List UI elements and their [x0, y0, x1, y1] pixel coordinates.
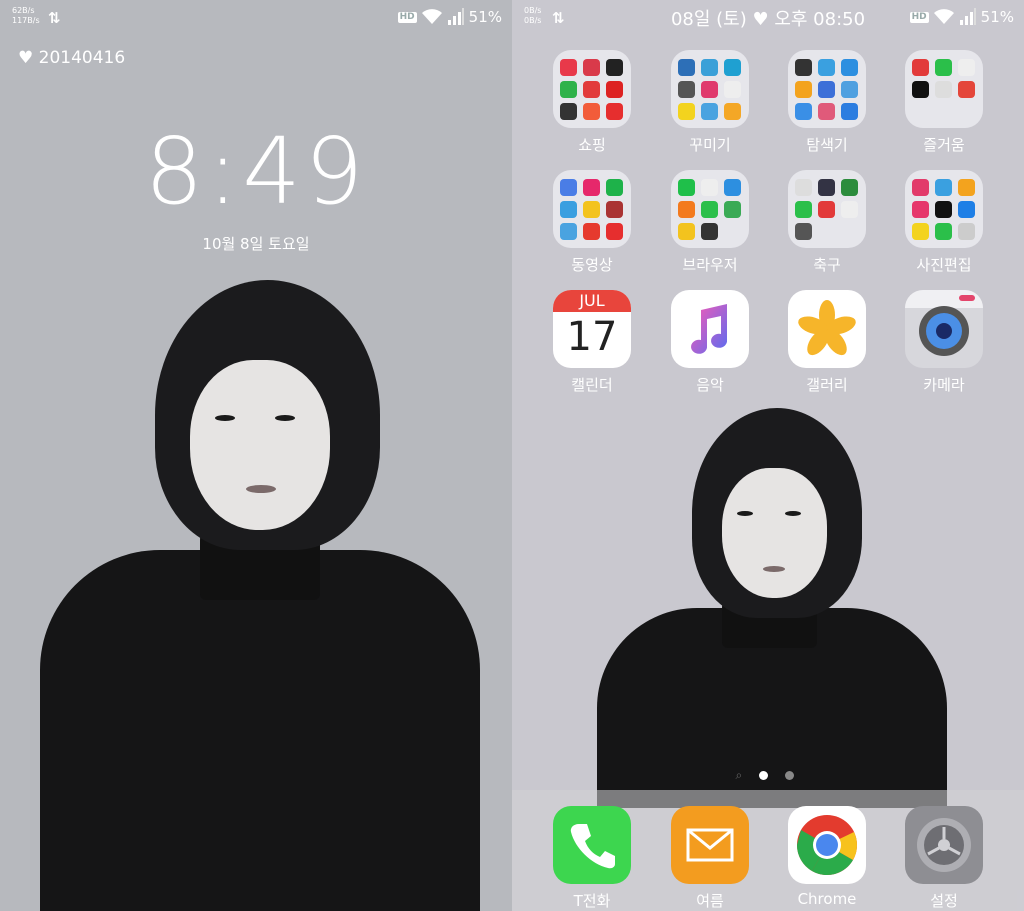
folder-label: 동영상: [571, 256, 613, 274]
app-label: T전화: [573, 892, 611, 910]
search-icon[interactable]: ⌕: [736, 768, 743, 783]
status-bar: 0B/s 0B/s ⇅ 08일 (토) ♥ 오후 08:50 HD 51%: [512, 0, 1024, 36]
folder-tile: [905, 170, 983, 248]
flower-icon: [798, 300, 856, 356]
data-transfer-icon: ⇅: [48, 9, 61, 27]
wallpaper-portrait: [0, 280, 512, 911]
upload-speed: 62B/s: [12, 6, 35, 15]
music-note-icon: [691, 304, 728, 354]
folder-tile: [671, 170, 749, 248]
status-bar: 62B/s 117B/s ⇅ HD 51%: [0, 0, 512, 36]
folder-customize[interactable]: 꾸미기: [660, 50, 760, 155]
lock-anniversary-text: ♥ 20140416: [18, 48, 126, 68]
folder-tile: [788, 170, 866, 248]
battery-level: 51%: [980, 8, 1014, 26]
dock: T전화 여름 Chrome 설정: [512, 790, 1024, 911]
folder-tile: [905, 50, 983, 128]
envelope-icon: [671, 806, 749, 884]
chrome-app[interactable]: Chrome: [777, 806, 877, 908]
wallpaper-portrait: [597, 408, 947, 808]
app-label: 갤러리: [806, 376, 848, 394]
camera-icon: [905, 290, 983, 368]
wifi-icon: [933, 9, 954, 24]
folder-label: 브라우저: [682, 256, 738, 274]
folder-tile: [553, 170, 631, 248]
gear-icon: [905, 806, 983, 884]
folder-fun[interactable]: 즐거움: [894, 50, 994, 155]
network-speed: 62B/s 117B/s: [12, 6, 40, 26]
folder-label: 축구: [813, 256, 841, 274]
music-note-icon: [671, 290, 749, 368]
folder-tile: [671, 50, 749, 128]
calendar-app[interactable]: JUL 17 캘린더: [542, 290, 642, 395]
hd-voice-icon: HD: [909, 11, 929, 23]
folder-label: 즐거움: [923, 136, 965, 154]
lock-date: 10월 8일 토요일: [202, 235, 310, 253]
chrome-icon: [788, 806, 866, 884]
folder-label: 사진편집: [916, 256, 972, 274]
chrome-icon: [797, 815, 857, 876]
gear-icon: [917, 818, 971, 872]
app-label: 캘린더: [571, 376, 613, 394]
app-label: 여름: [696, 892, 724, 910]
lock-screen: 62B/s 117B/s ⇅ HD 51% ♥ 20140416 8:49 10…: [0, 0, 512, 911]
folder-football[interactable]: 축구: [777, 170, 877, 275]
page-dot[interactable]: [785, 771, 795, 780]
calendar-month: JUL: [553, 290, 631, 312]
signal-icon: [959, 8, 976, 25]
calendar-day: 17: [566, 314, 618, 360]
app-label: 설정: [930, 892, 958, 910]
phone-icon: [570, 824, 615, 869]
page-dot-active[interactable]: [759, 771, 769, 780]
download-speed: 117B/s: [12, 16, 40, 25]
folder-browser[interactable]: 브라우저: [660, 170, 760, 275]
wifi-icon: [421, 9, 442, 24]
lock-clock: 8:49: [144, 118, 368, 225]
camera-app[interactable]: 카메라: [894, 290, 994, 395]
folder-label: 쇼핑: [578, 136, 606, 154]
mail-app[interactable]: 여름: [660, 806, 760, 911]
app-label: 음악: [696, 376, 724, 394]
folder-tile: [788, 50, 866, 128]
folder-label: 탐색기: [806, 136, 848, 154]
music-app[interactable]: 음악: [660, 290, 760, 395]
folder-explorer[interactable]: 탐색기: [777, 50, 877, 155]
flower-icon: [788, 290, 866, 368]
settings-app[interactable]: 설정: [894, 806, 994, 911]
calendar-icon: JUL 17: [553, 290, 631, 368]
folder-tile: [553, 50, 631, 128]
envelope-icon: [686, 828, 734, 862]
signal-icon: [447, 8, 464, 25]
folder-shopping[interactable]: 쇼핑: [542, 50, 642, 155]
hd-voice-icon: HD: [397, 11, 417, 23]
folder-label: 꾸미기: [689, 136, 731, 154]
app-label: Chrome: [797, 890, 857, 908]
folder-photo-edit[interactable]: 사진편집: [894, 170, 994, 275]
phone-icon: [553, 806, 631, 884]
folder-video[interactable]: 동영상: [542, 170, 642, 275]
battery-level: 51%: [468, 8, 502, 26]
home-screen: 0B/s 0B/s ⇅ 08일 (토) ♥ 오후 08:50 HD 51% 쇼핑…: [512, 0, 1024, 911]
gallery-app[interactable]: 갤러리: [777, 290, 877, 395]
page-indicator[interactable]: ⌕: [512, 765, 1024, 784]
app-label: 카메라: [923, 376, 965, 394]
phone-app[interactable]: T전화: [542, 806, 642, 911]
